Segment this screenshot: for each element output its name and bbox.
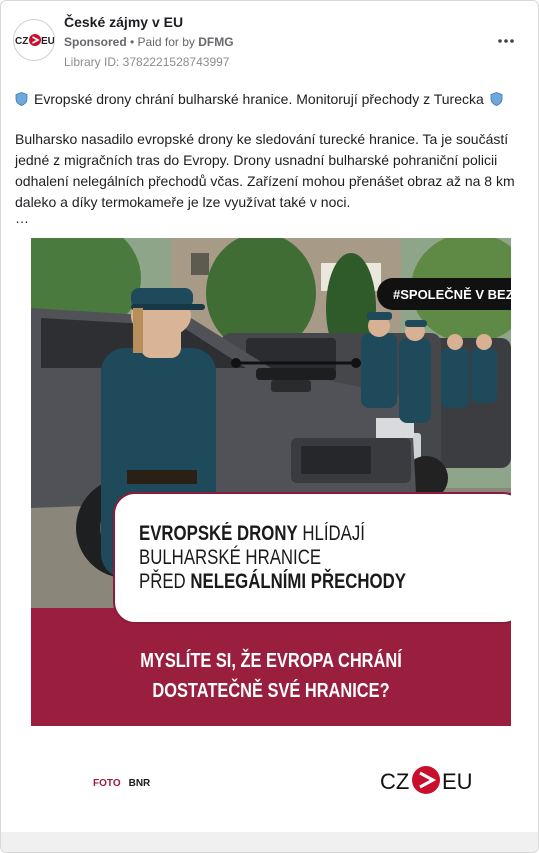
paid-for-by-label: Paid for by [137,35,199,49]
ad-creative-image[interactable]: MYSLÍTE SI, ŽE EVROPA CHRÁNÍ DOSTATEČNĚ … [31,238,511,832]
question-line-2: DOSTATEČNĚ SVÉ HRANICE? [152,680,390,702]
hashtag-badge: #SPOLEČNĚ V BEZPEČÍ [377,278,511,310]
svg-text:CZ: CZ [380,769,409,794]
creative-headline-box: EVROPSKÉ DRONY HLÍDAJÍ BULHARSKÉ HRANICE… [113,492,511,624]
ad-headline: Evropské drony chrání bulharské hranice.… [15,91,525,107]
svg-text:CZ: CZ [15,36,28,47]
creative-question: MYSLÍTE SI, ŽE EVROPA CHRÁNÍ DOSTATEČNĚ … [74,646,468,706]
see-more-ellipsis[interactable]: … [15,210,29,226]
paid-for-by-name[interactable]: DFMG [198,35,233,49]
ad-post-card: CZ EU České zájmy v EU Sponsored • Paid … [0,0,539,853]
svg-text:EU: EU [41,36,54,47]
library-id: Library ID: 3782221528743997 [64,55,230,69]
sponsored-meta: Sponsored • Paid for by DFMG [64,35,234,49]
meta-separator: • [126,35,138,49]
creative-headline: EVROPSKÉ DRONY HLÍDAJÍ BULHARSKÉ HRANICE… [139,522,443,594]
headline-text: Evropské drony chrání bulharské hranice.… [34,91,484,107]
page-name-link[interactable]: České zájmy v EU [64,14,183,30]
shield-icon [490,92,503,106]
svg-text:EU: EU [442,769,473,794]
card-footer-strip [1,832,538,852]
shield-icon [15,92,28,106]
credit-label: FOTO [93,778,121,789]
more-options-button[interactable] [492,29,520,53]
czeu-logo-large: CZ EU [380,766,473,794]
ad-body-text: Bulharsko nasadilo evropské drony ke sle… [15,131,515,210]
headline-line-3: PŘED NELEGÁLNÍMI PŘECHODY [139,570,406,593]
headline-line-1: EVROPSKÉ DRONY HLÍDAJÍ [139,522,365,545]
headline-line-2: BULHARSKÉ HRANICE [139,546,322,569]
sponsored-label: Sponsored [64,35,127,49]
credit-source: BNR [128,778,151,789]
czeu-logo-small: CZ EU [15,34,54,47]
question-line-1: MYSLÍTE SI, ŽE EVROPA CHRÁNÍ [140,650,402,672]
page-avatar[interactable]: CZ EU [13,19,55,61]
photo-credit: FOTO BNR [93,778,150,789]
more-horizontal-icon [498,39,514,43]
